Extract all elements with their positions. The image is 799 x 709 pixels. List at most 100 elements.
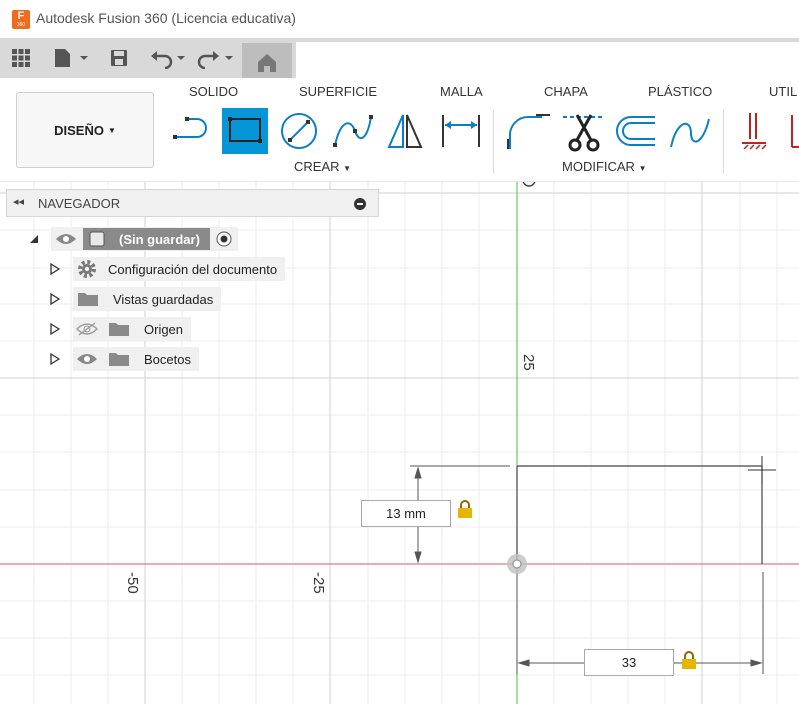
axis-label-25: 25 [520, 354, 537, 371]
redo-icon [197, 51, 233, 69]
tab-superficie[interactable]: SUPERFICIE [299, 84, 377, 99]
browser-root-row[interactable]: (Sin guardar) [29, 227, 238, 251]
curve-icon [670, 118, 710, 148]
axis-label-neg50: -50 [124, 572, 141, 594]
modify-menu[interactable]: MODIFICAR ▼ [562, 159, 647, 174]
document-settings-label: Configuración del documento [108, 261, 278, 277]
view-marker-icon [522, 179, 536, 187]
quick-access-bar [0, 38, 799, 78]
home-tab[interactable] [242, 43, 292, 78]
tab-malla[interactable]: MALLA [440, 84, 483, 99]
mirror-icon [387, 114, 423, 148]
offset-tool[interactable] [612, 108, 658, 154]
expand-triangle-icon[interactable] [50, 353, 60, 365]
eye-icon[interactable] [55, 232, 77, 246]
list-item: Configuración del documento [73, 257, 286, 281]
browser-header: ◂◂ NAVEGADOR [6, 189, 379, 217]
browser-item-document-settings[interactable]: Configuración del documento [50, 257, 286, 281]
eye-icon[interactable] [76, 352, 98, 366]
cursor-crosshair [748, 456, 776, 484]
redo-button[interactable] [196, 44, 236, 72]
sketch-dimension-tool[interactable] [438, 108, 484, 154]
expand-triangle-icon[interactable] [50, 263, 60, 275]
browser-item-origin[interactable]: Origen [50, 317, 192, 341]
collapse-panel-icon[interactable]: ◂◂ [13, 195, 24, 208]
workspace-label: DISEÑO [54, 122, 104, 138]
expand-triangle-icon[interactable] [50, 323, 60, 335]
tab-util[interactable]: UTIL [769, 84, 797, 99]
lock-icon [458, 500, 472, 518]
tab-solido[interactable]: SOLIDO [189, 84, 238, 99]
constraint-icon [791, 115, 799, 148]
create-menu[interactable]: CREAR ▼ [294, 159, 351, 174]
mirror-tool[interactable] [382, 108, 428, 154]
axis-label-neg25: -25 [310, 572, 327, 594]
saved-views-label: Vistas guardadas [113, 291, 214, 307]
circle-icon [281, 113, 317, 149]
tab-plastico[interactable]: PLÁSTICO [648, 84, 712, 99]
toolbar-divider [723, 110, 724, 174]
component-icon [89, 231, 105, 247]
collapse-triangle-icon[interactable] [29, 234, 39, 244]
file-icon [55, 49, 88, 67]
rectangle-tool[interactable] [222, 108, 268, 154]
spline-icon [333, 115, 373, 147]
list-item: Bocetos [73, 347, 199, 371]
gear-icon [78, 260, 96, 278]
circle-tool[interactable] [276, 108, 322, 154]
offset-icon [616, 116, 655, 146]
eye-hidden-icon[interactable] [76, 322, 98, 336]
minimize-icon[interactable] [354, 198, 366, 210]
logo-letter: F [17, 10, 25, 22]
activate-radio-icon[interactable] [216, 231, 232, 247]
spline-tool[interactable] [330, 108, 376, 154]
undo-button[interactable] [148, 44, 188, 72]
workspace-dropdown[interactable]: DISEÑO ▼ [16, 92, 154, 168]
logo-sub: 360 [16, 22, 26, 28]
scissors-icon [563, 114, 603, 152]
origin-label: Origen [144, 321, 184, 337]
folder-icon [78, 293, 98, 306]
width-dimension-input[interactable]: 33 [584, 649, 674, 676]
file-menu-button[interactable] [50, 44, 90, 72]
root-node: (Sin guardar) [51, 227, 238, 251]
window-title: Autodesk Fusion 360 (Licencia educativa) [36, 10, 296, 26]
slot-icon [173, 117, 207, 139]
chevron-down-icon: ▼ [107, 125, 116, 135]
chevron-down-icon: ▼ [343, 164, 352, 173]
home-icon [258, 54, 276, 72]
list-item: Vistas guardadas [73, 287, 222, 311]
browser-item-saved-views[interactable]: Vistas guardadas [50, 287, 222, 311]
expand-triangle-icon[interactable] [50, 293, 60, 305]
title-bar: F 360 Autodesk Fusion 360 (Licencia educ… [0, 0, 799, 38]
toolbar-divider [493, 110, 494, 174]
browser-title: NAVEGADOR [38, 196, 121, 211]
project-tool[interactable] [666, 108, 712, 154]
constraint-tool-partial[interactable] [778, 108, 799, 154]
toolbar: DISEÑO ▼ SOLIDO SUPERFICIE MALLA CHAPA P… [0, 78, 799, 182]
folder-icon [109, 323, 129, 336]
root-label: (Sin guardar) [119, 231, 200, 247]
save-icon [111, 50, 127, 66]
folder-icon [109, 353, 129, 366]
browser-item-sketches[interactable]: Bocetos [50, 347, 199, 371]
slot-tool[interactable] [170, 108, 216, 154]
fillet-icon [507, 114, 550, 149]
chevron-down-icon: ▼ [638, 164, 647, 173]
fillet-tool[interactable] [505, 108, 551, 154]
data-panel-button[interactable] [8, 44, 34, 72]
height-dimension-input[interactable]: 13 mm [361, 500, 451, 527]
constraint-icon [742, 113, 767, 150]
lock-icon [682, 651, 696, 669]
dimension-icon [442, 115, 480, 147]
trim-tool[interactable] [560, 108, 606, 154]
create-menu-label: CREAR [294, 159, 340, 174]
tab-chapa[interactable]: CHAPA [544, 84, 588, 99]
origin-point[interactable] [507, 554, 527, 574]
save-button[interactable] [106, 44, 132, 72]
document-tab-area [296, 42, 799, 78]
fusion-logo: F 360 [12, 10, 30, 29]
modify-menu-label: MODIFICAR [562, 159, 635, 174]
constraint-tool[interactable] [740, 108, 776, 154]
root-selected-pill[interactable]: (Sin guardar) [83, 228, 210, 250]
